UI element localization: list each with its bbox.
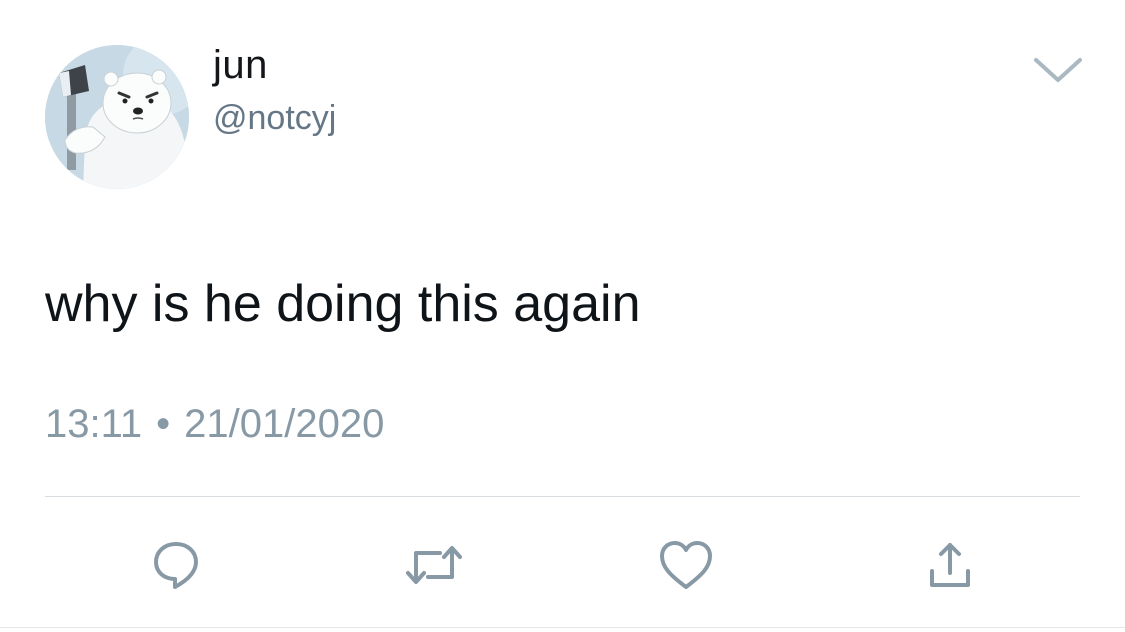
heart-icon: [660, 541, 712, 589]
share-icon: [930, 543, 970, 587]
tweet-text: why is he doing this again: [45, 275, 641, 333]
action-bar: [0, 530, 1125, 600]
tweet-date: 21/01/2020: [184, 402, 385, 446]
user-handle[interactable]: @notcyj: [213, 96, 336, 140]
tweet-timestamp[interactable]: 13:11 • 21/01/2020: [45, 398, 384, 450]
reply-bubble-icon: [154, 542, 198, 589]
retweet-button[interactable]: [399, 530, 469, 600]
display-name[interactable]: jun: [213, 40, 268, 90]
divider: [45, 496, 1080, 497]
retweet-icon: [406, 546, 462, 584]
tweet-time: 13:11: [45, 402, 143, 446]
reply-button[interactable]: [141, 530, 211, 600]
share-button[interactable]: [915, 530, 985, 600]
bottom-border: [0, 627, 1125, 628]
tweet-card: jun @notcyj why is he doing this again 1…: [0, 0, 1125, 632]
avatar[interactable]: [45, 45, 189, 189]
timestamp-separator: •: [156, 402, 171, 446]
like-button[interactable]: [651, 530, 721, 600]
polar-bear-avatar-image: [45, 45, 189, 189]
chevron-down-icon[interactable]: [1030, 52, 1086, 88]
